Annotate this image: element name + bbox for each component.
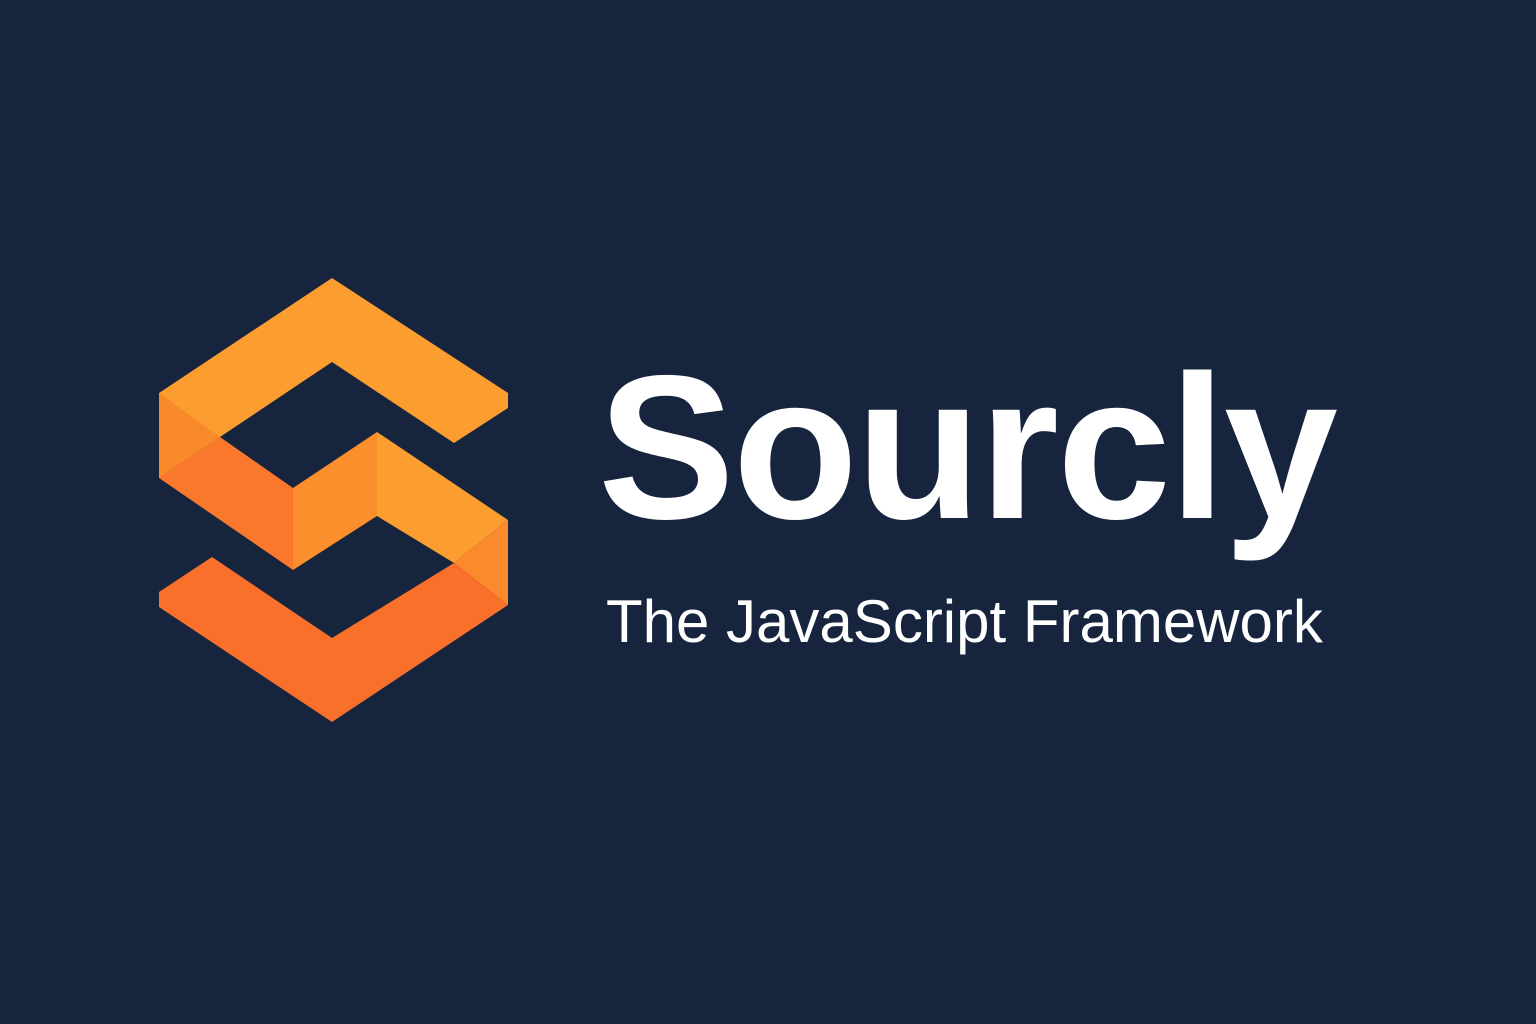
brand-tagline: The JavaScript Framework	[606, 588, 1323, 655]
brand-banner: Sourcly The JavaScript Framework	[0, 0, 1536, 1024]
logo-middle-center-band	[293, 432, 377, 570]
brand-name: Sourcly	[598, 333, 1338, 562]
logo-bottom-chevron	[159, 557, 508, 722]
sourcly-s-logo-icon	[159, 278, 508, 722]
